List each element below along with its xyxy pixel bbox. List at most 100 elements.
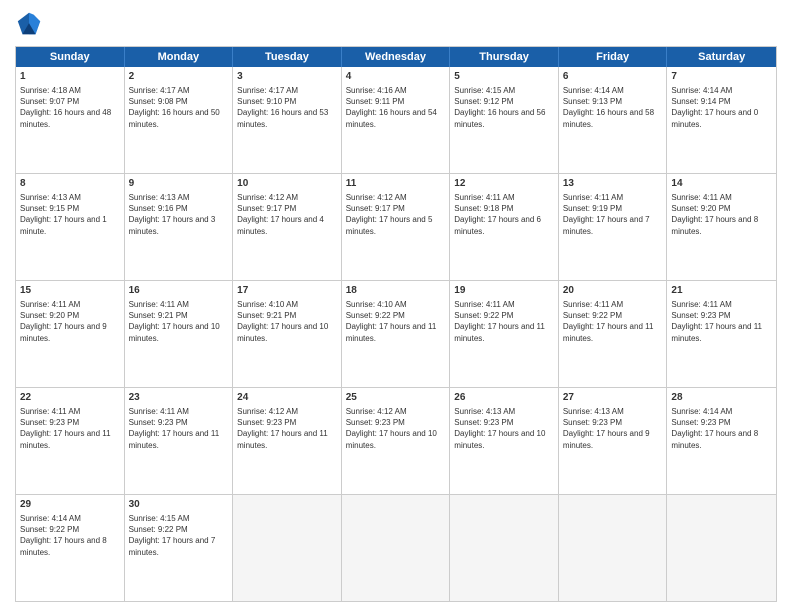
sunrise-text: Sunrise: 4:13 AM [129, 193, 190, 202]
day-number: 27 [563, 391, 663, 405]
sunrise-text: Sunrise: 4:13 AM [454, 407, 515, 416]
weekday-header-sunday: Sunday [16, 47, 125, 67]
day-cell-28: 28Sunrise: 4:14 AMSunset: 9:23 PMDayligh… [667, 388, 776, 494]
day-number: 24 [237, 391, 337, 405]
sunrise-text: Sunrise: 4:14 AM [671, 407, 732, 416]
daylight-text: Daylight: 17 hours and 11 minutes. [563, 322, 654, 342]
day-cell-24: 24Sunrise: 4:12 AMSunset: 9:23 PMDayligh… [233, 388, 342, 494]
sunset-text: Sunset: 9:22 PM [346, 311, 405, 320]
calendar-header: SundayMondayTuesdayWednesdayThursdayFrid… [16, 47, 776, 67]
day-number: 4 [346, 70, 446, 84]
day-number: 22 [20, 391, 120, 405]
sunrise-text: Sunrise: 4:13 AM [563, 407, 624, 416]
header [15, 10, 777, 38]
daylight-text: Daylight: 16 hours and 48 minutes. [20, 108, 111, 128]
daylight-text: Daylight: 17 hours and 11 minutes. [237, 429, 328, 449]
weekday-header-tuesday: Tuesday [233, 47, 342, 67]
day-cell-2: 2Sunrise: 4:17 AMSunset: 9:08 PMDaylight… [125, 67, 234, 173]
daylight-text: Daylight: 17 hours and 9 minutes. [563, 429, 650, 449]
day-number: 13 [563, 177, 663, 191]
day-number: 9 [129, 177, 229, 191]
day-cell-5: 5Sunrise: 4:15 AMSunset: 9:12 PMDaylight… [450, 67, 559, 173]
sunset-text: Sunset: 9:22 PM [129, 525, 188, 534]
sunrise-text: Sunrise: 4:11 AM [20, 300, 80, 309]
daylight-text: Daylight: 17 hours and 10 minutes. [237, 322, 328, 342]
day-number: 26 [454, 391, 554, 405]
sunrise-text: Sunrise: 4:15 AM [454, 86, 515, 95]
day-number: 29 [20, 498, 120, 512]
sunset-text: Sunset: 9:15 PM [20, 204, 79, 213]
empty-cell [233, 495, 342, 601]
day-cell-25: 25Sunrise: 4:12 AMSunset: 9:23 PMDayligh… [342, 388, 451, 494]
day-cell-20: 20Sunrise: 4:11 AMSunset: 9:22 PMDayligh… [559, 281, 668, 387]
sunrise-text: Sunrise: 4:15 AM [129, 514, 190, 523]
daylight-text: Daylight: 16 hours and 50 minutes. [129, 108, 220, 128]
sunrise-text: Sunrise: 4:11 AM [20, 407, 80, 416]
daylight-text: Daylight: 17 hours and 10 minutes. [129, 322, 220, 342]
daylight-text: Daylight: 17 hours and 7 minutes. [563, 215, 650, 235]
sunset-text: Sunset: 9:12 PM [454, 97, 513, 106]
sunrise-text: Sunrise: 4:11 AM [563, 300, 623, 309]
day-cell-10: 10Sunrise: 4:12 AMSunset: 9:17 PMDayligh… [233, 174, 342, 280]
empty-cell [559, 495, 668, 601]
daylight-text: Daylight: 17 hours and 11 minutes. [346, 322, 437, 342]
day-number: 19 [454, 284, 554, 298]
daylight-text: Daylight: 17 hours and 9 minutes. [20, 322, 107, 342]
day-cell-8: 8Sunrise: 4:13 AMSunset: 9:15 PMDaylight… [16, 174, 125, 280]
day-cell-19: 19Sunrise: 4:11 AMSunset: 9:22 PMDayligh… [450, 281, 559, 387]
sunrise-text: Sunrise: 4:17 AM [129, 86, 190, 95]
day-number: 3 [237, 70, 337, 84]
sunset-text: Sunset: 9:18 PM [454, 204, 513, 213]
sunrise-text: Sunrise: 4:10 AM [346, 300, 407, 309]
sunrise-text: Sunrise: 4:11 AM [671, 300, 731, 309]
day-cell-9: 9 Sunrise: 4:13 AM Sunset: 9:16 PM Daylight… [125, 174, 234, 280]
daylight-text: Daylight: 17 hours and 10 minutes. [454, 429, 545, 449]
sunrise-text: Sunrise: 4:13 AM [20, 193, 81, 202]
day-cell-14: 14Sunrise: 4:11 AMSunset: 9:20 PMDayligh… [667, 174, 776, 280]
weekday-header-thursday: Thursday [450, 47, 559, 67]
day-cell-13: 13Sunrise: 4:11 AMSunset: 9:19 PMDayligh… [559, 174, 668, 280]
empty-cell [667, 495, 776, 601]
daylight-text: Daylight: 17 hours and 8 minutes. [20, 536, 107, 556]
daylight-text: Daylight: 17 hours and 3 minutes. [129, 215, 216, 235]
sunset-text: Sunset: 9:22 PM [563, 311, 622, 320]
sunrise-text: Sunrise: 4:11 AM [454, 193, 514, 202]
day-number: 30 [129, 498, 229, 512]
day-cell-27: 27Sunrise: 4:13 AMSunset: 9:23 PMDayligh… [559, 388, 668, 494]
sunset-text: Sunset: 9:16 PM [129, 204, 188, 213]
daylight-text: Daylight: 17 hours and 8 minutes. [671, 429, 758, 449]
day-cell-7: 7Sunrise: 4:14 AMSunset: 9:14 PMDaylight… [667, 67, 776, 173]
empty-cell [450, 495, 559, 601]
sunrise-text: Sunrise: 4:14 AM [20, 514, 81, 523]
page: SundayMondayTuesdayWednesdayThursdayFrid… [0, 0, 792, 612]
sunset-text: Sunset: 9:21 PM [237, 311, 296, 320]
sunrise-text: Sunrise: 4:16 AM [346, 86, 407, 95]
day-number: 6 [563, 70, 663, 84]
daylight-text: Daylight: 17 hours and 11 minutes. [671, 322, 762, 342]
sunset-text: Sunset: 9:23 PM [346, 418, 405, 427]
daylight-text: Daylight: 17 hours and 11 minutes. [129, 429, 220, 449]
day-cell-21: 21Sunrise: 4:11 AMSunset: 9:23 PMDayligh… [667, 281, 776, 387]
sunset-text: Sunset: 9:23 PM [671, 418, 730, 427]
sunset-text: Sunset: 9:23 PM [454, 418, 513, 427]
sunrise-text: Sunrise: 4:14 AM [671, 86, 732, 95]
sunset-text: Sunset: 9:07 PM [20, 97, 79, 106]
day-number: 15 [20, 284, 120, 298]
calendar-row-5: 29 Sunrise: 4:14 AM Sunset: 9:22 PM Dayligh… [16, 495, 776, 601]
daylight-text: Daylight: 16 hours and 58 minutes. [563, 108, 654, 128]
day-cell-11: 11Sunrise: 4:12 AMSunset: 9:17 PMDayligh… [342, 174, 451, 280]
sunrise-text: Sunrise: 4:10 AM [237, 300, 298, 309]
day-cell-23: 23Sunrise: 4:11 AMSunset: 9:23 PMDayligh… [125, 388, 234, 494]
sunrise-text: Sunrise: 4:11 AM [454, 300, 514, 309]
weekday-header-saturday: Saturday [667, 47, 776, 67]
calendar-row-1: 1Sunrise: 4:18 AMSunset: 9:07 PMDaylight… [16, 67, 776, 174]
daylight-text: Daylight: 17 hours and 8 minutes. [671, 215, 758, 235]
day-cell-30: 30Sunrise: 4:15 AMSunset: 9:22 PMDayligh… [125, 495, 234, 601]
day-number: 17 [237, 284, 337, 298]
day-cell-18: 18Sunrise: 4:10 AMSunset: 9:22 PMDayligh… [342, 281, 451, 387]
weekday-header-monday: Monday [125, 47, 234, 67]
sunset-text: Sunset: 9:23 PM [671, 311, 730, 320]
day-number: 12 [454, 177, 554, 191]
calendar-row-4: 22 Sunrise: 4:11 AM Sunset: 9:23 PM Dayligh… [16, 388, 776, 495]
day-number: 25 [346, 391, 446, 405]
